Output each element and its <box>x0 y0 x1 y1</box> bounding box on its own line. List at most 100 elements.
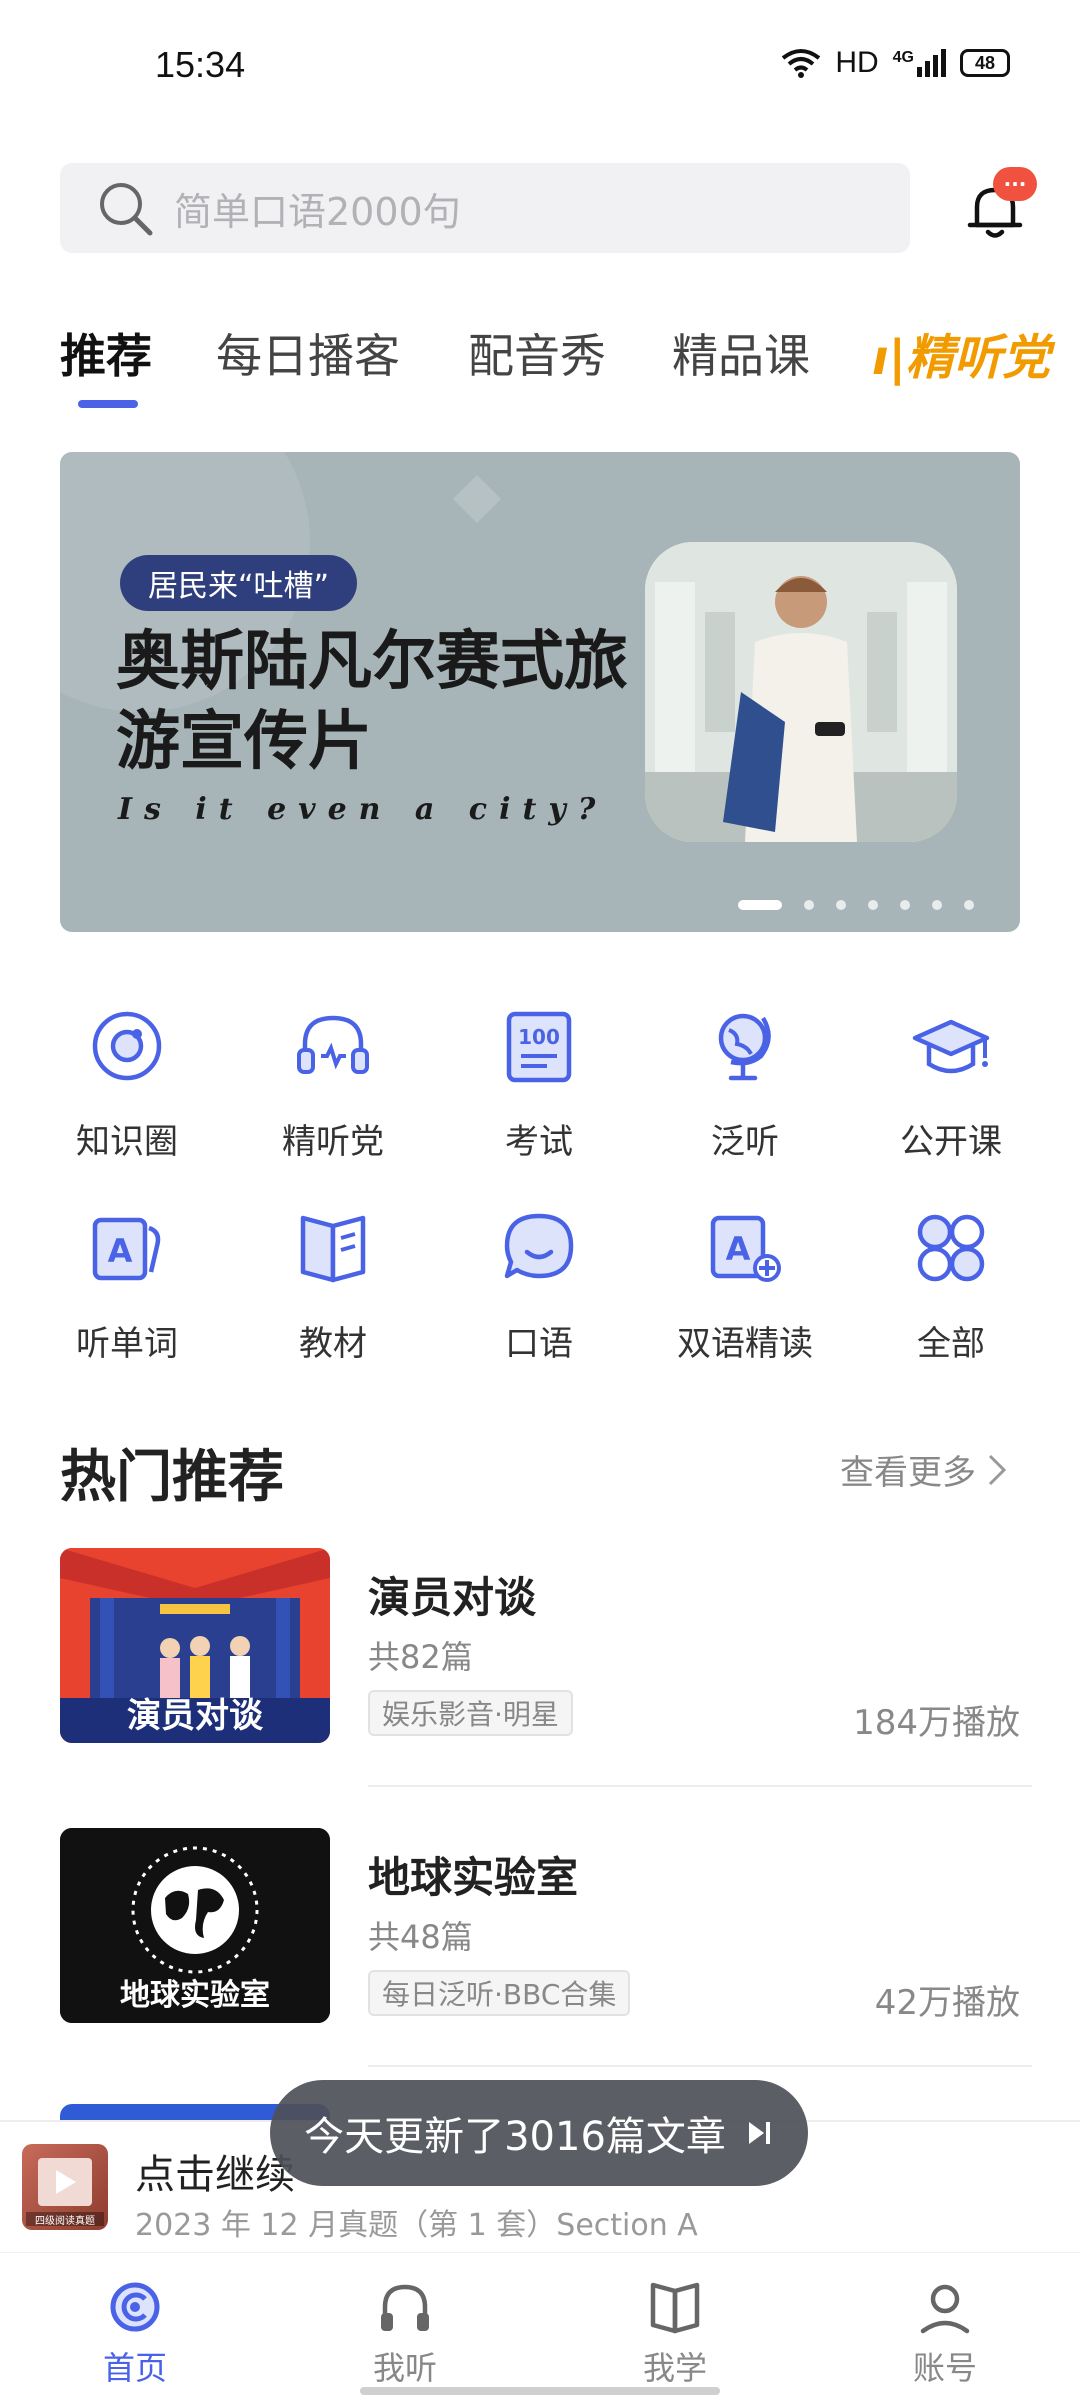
grid-item-bilingual[interactable]: A 双语精读 <box>642 1202 848 1382</box>
player-thumbnail: 四级阅读真题 <box>22 2144 108 2230</box>
card-thumbnail-text: 演员对谈 <box>127 1696 263 1736</box>
player-subtitle: 2023 年 12 月真题（第 1 套）Section A <box>135 2208 698 2243</box>
network-label: HD <box>835 46 879 79</box>
battery-icon: 48 <box>960 49 1010 77</box>
status-icons: HD 4G 48 <box>781 46 1010 80</box>
nav-label: 账号 <box>912 2349 977 2387</box>
grid-item-words[interactable]: A 听单词 <box>24 1202 230 1382</box>
grid-label: 口语 <box>505 1324 573 1364</box>
carousel-dot[interactable] <box>836 900 846 910</box>
headphones-icon <box>381 2284 429 2331</box>
open-book-icon <box>650 2282 700 2334</box>
search-icon <box>100 183 153 236</box>
signal-icon: 4G <box>893 49 946 77</box>
toast-text: 今天更新了3016篇文章 <box>304 2114 726 2160</box>
chevron-right-icon <box>988 1454 1007 1485</box>
card-plays: 184万播放 <box>853 1703 1020 1743</box>
update-toast[interactable]: 今天更新了3016篇文章 <box>270 2080 808 2186</box>
tab-premium-course[interactable]: 精品课 <box>672 320 810 386</box>
player-title: 点击继续 <box>135 2152 295 2198</box>
nav-listen[interactable]: 我听 <box>270 2253 540 2400</box>
banner-carousel[interactable]: 居民来“吐槽” 奥斯陆凡尔赛式旅游宣传片 Is it even a city? <box>60 452 1020 932</box>
grid-item-speaking[interactable]: 口语 <box>436 1202 642 1382</box>
banner-chip: 居民来“吐槽” <box>120 555 358 611</box>
card-tag[interactable]: 每日泛听·BBC合集 <box>368 1970 631 2016</box>
tab-dubbing-show[interactable]: 配音秀 <box>468 320 606 386</box>
banner-subtitle: Is it even a city? <box>118 792 608 827</box>
tab-recommend[interactable]: 推荐 <box>60 320 152 386</box>
grid-item-intensive[interactable]: 精听党 <box>230 1000 436 1180</box>
carousel-dot[interactable] <box>900 900 910 910</box>
card-title[interactable]: 地球实验室 <box>368 1844 578 1905</box>
svg-text:A: A <box>726 1230 751 1268</box>
nav-label: 首页 <box>102 2349 167 2387</box>
card-thumbnail[interactable]: 地球实验室 <box>60 1828 330 2023</box>
tab-intensive-listening[interactable]: ı|精听党 <box>872 318 1050 388</box>
divider <box>368 1785 1032 1787</box>
status-time: 15:34 <box>155 44 246 85</box>
grid-label: 考试 <box>505 1122 573 1162</box>
tab-daily-podcast[interactable]: 每日播客 <box>216 320 400 386</box>
carousel-dot[interactable] <box>868 900 878 910</box>
word-card-icon: A <box>92 1217 161 1281</box>
nav-home[interactable]: 首页 <box>0 2253 270 2400</box>
grid-label: 公开课 <box>900 1122 1002 1162</box>
exam-100-icon: 100 <box>506 1011 572 1083</box>
chat-bubble-icon <box>504 1213 574 1279</box>
carousel-dot[interactable] <box>804 900 814 910</box>
see-more-link[interactable]: 查看更多 <box>840 1445 1008 1494</box>
grid-item-extensive[interactable]: 泛听 <box>642 1000 848 1180</box>
carousel-dot[interactable] <box>932 900 942 910</box>
home-icon <box>110 2282 160 2332</box>
nav-label: 我听 <box>372 2349 437 2387</box>
headset-icon <box>297 1015 369 1074</box>
grid-label: 全部 <box>917 1324 985 1364</box>
card-title[interactable]: 演员对谈 <box>368 1564 536 1625</box>
grid-item-knowledge[interactable]: 知识圈 <box>24 1000 230 1180</box>
svg-text:100: 100 <box>518 1025 560 1049</box>
globe-icon <box>718 1013 771 1081</box>
card-plays: 42万播放 <box>874 1983 1020 2023</box>
grid-label: 听单词 <box>76 1324 178 1364</box>
bottom-nav: 首页 我听 我学 账号 <box>0 2252 1080 2400</box>
svg-text:A: A <box>108 1232 133 1270</box>
grid-item-open-course[interactable]: 公开课 <box>848 1000 1054 1180</box>
nav-account[interactable]: 账号 <box>810 2253 1080 2400</box>
divider <box>368 2065 1032 2067</box>
account-icon <box>920 2284 970 2334</box>
tab-intensive-listening-mark: ı| <box>872 330 906 386</box>
grid-label: 双语精读 <box>677 1324 813 1364</box>
knowledge-circle-icon <box>92 1011 162 1081</box>
search-input[interactable]: 简单口语2000句 <box>60 163 910 253</box>
search-placeholder: 简单口语2000句 <box>174 189 461 234</box>
carousel-dot[interactable] <box>738 900 782 910</box>
card-thumbnail-text: 地球实验室 <box>120 1978 270 2013</box>
section-title: 热门推荐 <box>60 1445 284 1510</box>
book-icon <box>300 1215 366 1283</box>
carousel-dot[interactable] <box>964 900 974 910</box>
grid-label: 教材 <box>299 1324 367 1364</box>
all-grid-icon <box>917 1214 985 1282</box>
carousel-indicator <box>738 900 974 910</box>
wifi-icon <box>782 49 821 78</box>
grid-label: 泛听 <box>711 1122 779 1162</box>
bilingual-read-icon: A <box>710 1215 781 1282</box>
grid-label: 精听党 <box>282 1122 384 1162</box>
banner-decoration <box>452 474 502 524</box>
grid-label: 知识圈 <box>76 1122 178 1162</box>
grid-item-all[interactable]: 全部 <box>848 1202 1054 1382</box>
notification-badge: ··· <box>993 167 1037 201</box>
skip-next-icon <box>748 2122 770 2144</box>
banner-title: 奥斯陆凡尔赛式旅游宣传片 <box>116 624 628 779</box>
player-thumbnail-text: 四级阅读真题 <box>35 2216 95 2227</box>
see-more-label: 查看更多 <box>840 1453 976 1493</box>
card-tag[interactable]: 娱乐影音·明星 <box>368 1690 573 1736</box>
grid-item-textbook[interactable]: 教材 <box>230 1202 436 1382</box>
grid-item-exam[interactable]: 100 考试 <box>436 1000 642 1180</box>
nav-label: 我学 <box>642 2349 707 2387</box>
graduation-cap-icon <box>912 1019 990 1074</box>
gesture-bar[interactable] <box>360 2387 720 2395</box>
card-thumbnail[interactable]: 演员对谈 <box>60 1548 330 1743</box>
nav-learn[interactable]: 我学 <box>540 2253 810 2400</box>
card-count: 共82篇 <box>368 1638 473 1676</box>
